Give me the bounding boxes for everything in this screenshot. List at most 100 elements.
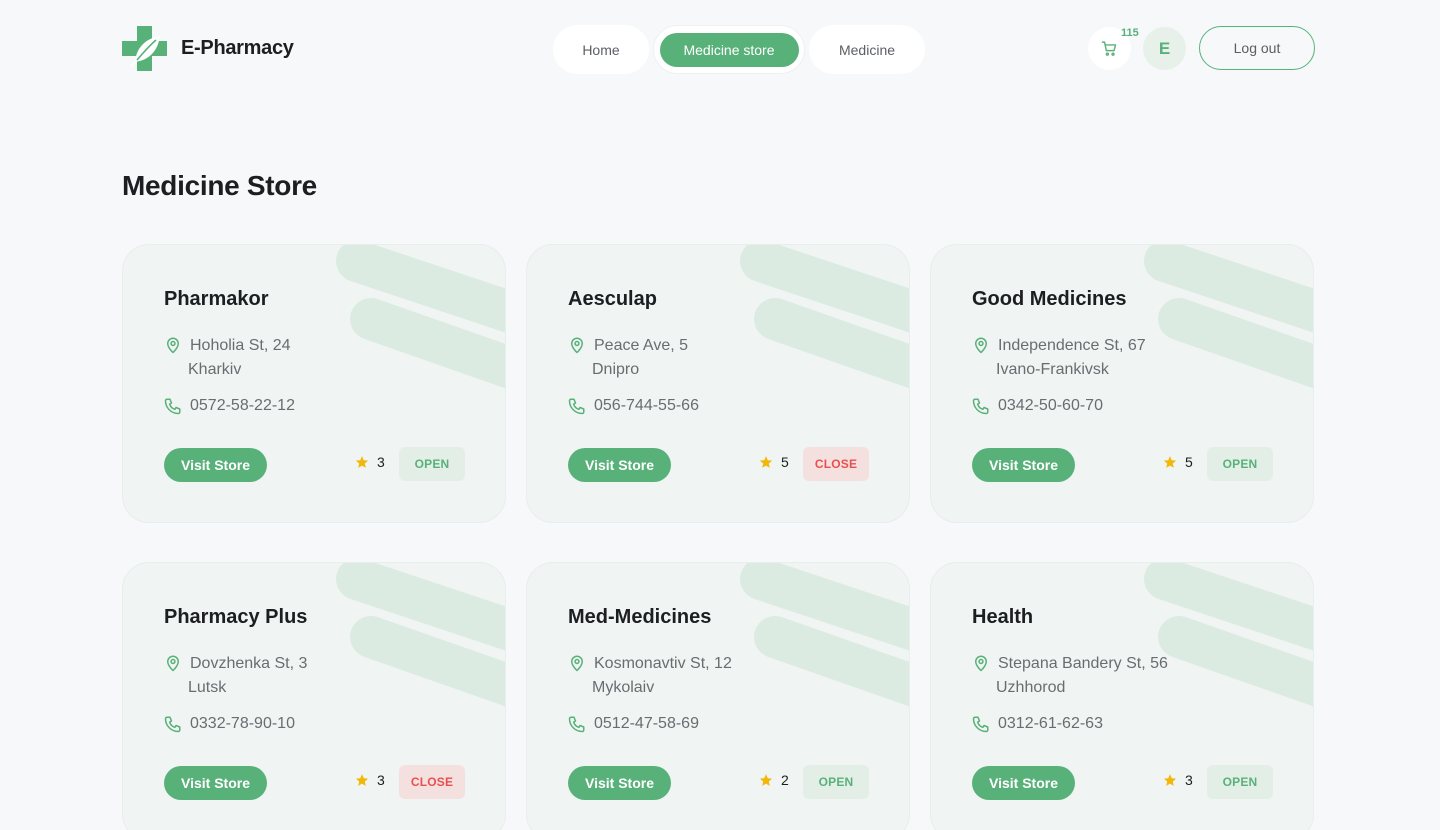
nav-medicine-store[interactable]: Medicine store — [659, 32, 799, 67]
visit-store-button[interactable]: Visit Store — [972, 766, 1075, 800]
store-rating: 3 — [1163, 772, 1193, 788]
star-icon — [1163, 774, 1177, 786]
store-phone-number: 056-744-55-66 — [594, 397, 699, 414]
card-decoration — [1144, 563, 1313, 707]
store-street: Independence St, 67 — [998, 337, 1146, 354]
store-rating: 5 — [759, 454, 789, 470]
store-street: Peace Ave, 5 — [594, 337, 688, 354]
store-address: Peace Ave, 5 Dnipro — [568, 334, 688, 382]
store-status-badge: OPEN — [803, 765, 869, 799]
store-name: Med-Medicines — [568, 606, 712, 628]
star-icon — [355, 774, 369, 786]
store-phone: 0512-47-58-69 — [568, 715, 699, 733]
store-address: Independence St, 67 Ivano-Frankivsk — [972, 334, 1146, 382]
phone-icon — [568, 716, 585, 733]
card-decoration — [740, 563, 909, 707]
store-status-badge: CLOSE — [803, 447, 869, 481]
store-name: Aesculap — [568, 288, 657, 310]
store-phone: 0572-58-22-12 — [164, 397, 295, 415]
store-city: Ivano-Frankivsk — [996, 361, 1109, 378]
store-status-badge: OPEN — [399, 447, 465, 481]
store-card: Med-Medicines Kosmonavtiv St, 12 Mykolai… — [526, 562, 910, 830]
store-rating-value: 3 — [1185, 772, 1193, 788]
visit-store-button[interactable]: Visit Store — [164, 448, 267, 482]
store-rating: 3 — [355, 772, 385, 788]
store-phone-number: 0512-47-58-69 — [594, 715, 699, 732]
visit-store-button[interactable]: Visit Store — [568, 766, 671, 800]
card-decoration — [336, 563, 505, 707]
brand-name: E-Pharmacy — [181, 37, 294, 59]
store-street: Stepana Bandery St, 56 — [998, 655, 1168, 672]
store-address: Stepana Bandery St, 56 Uzhhorod — [972, 652, 1168, 700]
user-avatar[interactable]: E — [1143, 27, 1186, 70]
cart-icon — [1101, 41, 1117, 56]
map-pin-icon — [570, 655, 584, 672]
store-street: Dovzhenka St, 3 — [190, 655, 308, 672]
store-phone-number: 0572-58-22-12 — [190, 397, 295, 414]
store-phone-number: 0342-50-60-70 — [998, 397, 1103, 414]
store-card: Pharmakor Hoholia St, 24 Kharkiv 0572-58… — [122, 244, 506, 523]
visit-store-button[interactable]: Visit Store — [164, 766, 267, 800]
visit-store-button[interactable]: Visit Store — [568, 448, 671, 482]
store-card: Health Stepana Bandery St, 56 Uzhhorod 0… — [930, 562, 1314, 830]
star-icon — [355, 456, 369, 468]
card-decoration — [1144, 245, 1313, 389]
phone-icon — [164, 716, 181, 733]
star-icon — [759, 456, 773, 468]
nav-medicine-store-wrap: Medicine store — [653, 25, 805, 74]
map-pin-icon — [166, 655, 180, 672]
store-rating: 3 — [355, 454, 385, 470]
page-title: Medicine Store — [122, 170, 317, 201]
nav-home[interactable]: Home — [553, 25, 649, 74]
visit-store-button[interactable]: Visit Store — [972, 448, 1075, 482]
store-phone: 056-744-55-66 — [568, 397, 699, 415]
card-decoration — [740, 245, 909, 389]
store-phone: 0342-50-60-70 — [972, 397, 1103, 415]
store-status-badge: CLOSE — [399, 765, 465, 799]
header: E-Pharmacy Home Medicine store Medicine … — [0, 0, 1440, 100]
store-address: Kosmonavtiv St, 12 Mykolaiv — [568, 652, 732, 700]
store-phone-number: 0312-61-62-63 — [998, 715, 1103, 732]
store-city: Lutsk — [188, 679, 227, 696]
store-city: Dnipro — [592, 361, 640, 378]
card-decoration — [336, 245, 505, 389]
store-rating: 5 — [1163, 454, 1193, 470]
store-status-badge: OPEN — [1207, 447, 1273, 481]
store-name: Pharmakor — [164, 288, 269, 310]
store-street: Hoholia St, 24 — [190, 337, 291, 354]
phone-icon — [568, 398, 585, 415]
cart-count-badge: 115 — [1121, 27, 1139, 39]
main-nav: Home Medicine store Medicine — [553, 25, 925, 74]
map-pin-icon — [974, 337, 988, 354]
phone-icon — [972, 716, 989, 733]
store-status-badge: OPEN — [1207, 765, 1273, 799]
map-pin-icon — [974, 655, 988, 672]
store-rating-value: 3 — [377, 772, 385, 788]
logo[interactable]: E-Pharmacy — [122, 26, 294, 71]
pharmacy-cross-leaf-icon — [122, 26, 167, 71]
store-street: Kosmonavtiv St, 12 — [594, 655, 732, 672]
store-name: Pharmacy Plus — [164, 606, 308, 628]
logout-button[interactable]: Log out — [1199, 26, 1315, 70]
phone-icon — [972, 398, 989, 415]
store-rating-value: 3 — [377, 454, 385, 470]
store-rating-value: 5 — [781, 454, 789, 470]
store-city: Mykolaiv — [592, 679, 655, 696]
store-address: Dovzhenka St, 3 Lutsk — [164, 652, 307, 700]
store-card: Aesculap Peace Ave, 5 Dnipro 056-744-55-… — [526, 244, 910, 523]
store-city: Uzhhorod — [996, 679, 1066, 696]
store-rating-value: 5 — [1185, 454, 1193, 470]
star-icon — [1163, 456, 1177, 468]
store-phone: 0312-61-62-63 — [972, 715, 1103, 733]
store-card: Good Medicines Independence St, 67 Ivano… — [930, 244, 1314, 523]
store-phone-number: 0332-78-90-10 — [190, 715, 295, 732]
store-address: Hoholia St, 24 Kharkiv — [164, 334, 291, 382]
map-pin-icon — [570, 337, 584, 354]
store-rating: 2 — [759, 772, 789, 788]
store-city: Kharkiv — [188, 361, 242, 378]
phone-icon — [164, 398, 181, 415]
store-rating-value: 2 — [781, 772, 789, 788]
nav-medicine[interactable]: Medicine — [809, 25, 925, 74]
store-name: Good Medicines — [972, 288, 1127, 310]
map-pin-icon — [166, 337, 180, 354]
